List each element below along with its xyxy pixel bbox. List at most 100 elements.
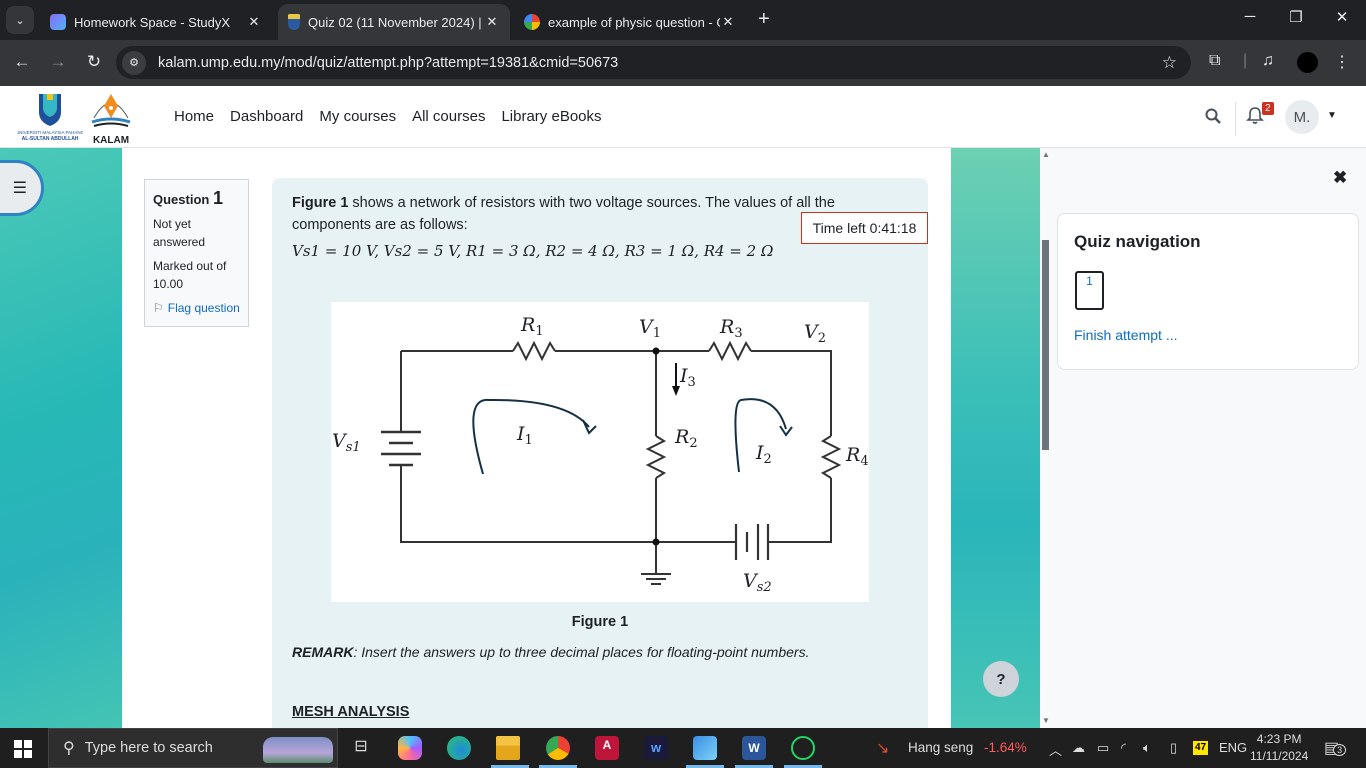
- flag-icon: ⚐: [153, 301, 164, 315]
- more-menu-icon[interactable]: ⋮: [1334, 52, 1350, 72]
- label-vs2: Vs2: [743, 570, 772, 595]
- new-tab-button[interactable]: +: [758, 8, 770, 31]
- onedrive-icon[interactable]: ☁: [1072, 740, 1085, 756]
- battery-vs2: [734, 524, 770, 560]
- quiz-navigation-title: Quiz navigation: [1074, 232, 1201, 251]
- question-nav-button-1[interactable]: 1: [1075, 271, 1104, 310]
- battery-icon[interactable]: ▭: [1097, 740, 1109, 756]
- close-tab-icon[interactable]: ✕: [720, 14, 736, 30]
- drawer-scrollbar[interactable]: [1042, 240, 1049, 450]
- node-ground: [652, 538, 660, 546]
- svg-text:AL-SULTAN ABDULLAH: AL-SULTAN ABDULLAH: [22, 136, 79, 142]
- stock-name[interactable]: Hang seng: [908, 740, 973, 755]
- windows-start-icon[interactable]: [14, 740, 32, 758]
- media-controls-icon[interactable]: ♫: [1262, 52, 1274, 70]
- question-grade: Marked out of 10.00: [153, 259, 227, 291]
- label-vs1: Vs1: [332, 430, 361, 455]
- task-view-icon[interactable]: ⊟: [349, 736, 373, 760]
- reload-button[interactable]: ↻: [82, 52, 106, 72]
- photos-icon[interactable]: [693, 736, 717, 760]
- tab-studyx[interactable]: Homework Space - StudyX ✕: [40, 4, 272, 40]
- wifi-icon[interactable]: ◜: [1121, 740, 1126, 756]
- weather-badge[interactable]: 47: [1193, 741, 1209, 755]
- user-avatar[interactable]: M.: [1285, 100, 1319, 134]
- profile-avatar[interactable]: [1297, 52, 1318, 73]
- label-i3: I3: [679, 365, 696, 390]
- figure-caption: Figure 1: [571, 614, 629, 630]
- university-name: UNIVERSITI MALAYSIA PAHANG: [17, 130, 83, 135]
- forward-button[interactable]: →: [46, 52, 70, 72]
- tab-quiz[interactable]: Quiz 02 (11 November 2024) | KALAM ✕: [278, 4, 510, 40]
- battery-vs1: [381, 430, 421, 467]
- close-tab-icon[interactable]: ✕: [484, 14, 500, 30]
- notification-count-badge: 2: [1262, 102, 1274, 115]
- component-values: Vs1 = 10 V, Vs2 = 5 V, R1 = 3 Ω, R2 = 4 …: [292, 242, 774, 260]
- kalam-logo[interactable]: KALAM: [86, 90, 136, 146]
- bookmark-star-icon[interactable]: ☆: [1162, 53, 1177, 73]
- nav-home[interactable]: Home: [166, 108, 222, 125]
- taskbar-search-box[interactable]: ⚲ Type here to search: [48, 728, 338, 768]
- windows-taskbar: ⚲ Type here to search ⊟ A w W ↘ Hang sen…: [0, 728, 1366, 768]
- close-window-button[interactable]: ✕: [1322, 8, 1362, 26]
- scroll-down-arrow[interactable]: ▼: [1042, 716, 1050, 725]
- label-r2: R2: [674, 426, 698, 451]
- word-icon[interactable]: W: [742, 736, 766, 760]
- wire-right-bottom: [768, 478, 832, 543]
- nav-my-courses[interactable]: My courses: [311, 108, 404, 125]
- nav-dashboard[interactable]: Dashboard: [222, 108, 311, 125]
- label-i1: I1: [516, 423, 533, 448]
- node-v1: [652, 347, 660, 355]
- section-heading-mesh-analysis: MESH ANALYSIS: [292, 704, 410, 720]
- url-text[interactable]: kalam.ump.edu.my/mod/quiz/attempt.php?at…: [158, 55, 618, 71]
- volume-icon[interactable]: 🔈︎: [1143, 740, 1151, 756]
- nav-library-ebooks[interactable]: Library eBooks: [493, 108, 609, 125]
- back-button[interactable]: ←: [10, 52, 34, 72]
- nav-all-courses[interactable]: All courses: [404, 108, 493, 125]
- user-menu-chevron-down-icon[interactable]: ▼: [1327, 110, 1337, 121]
- edge-icon[interactable]: [447, 736, 471, 760]
- kalam-logo-text: KALAM: [92, 135, 130, 146]
- question-status: Not yet answered: [153, 217, 206, 249]
- webex-icon[interactable]: w: [644, 736, 668, 760]
- label-v1: V1: [639, 316, 661, 341]
- label-r4: R4: [845, 444, 869, 469]
- language-indicator[interactable]: ENG: [1219, 740, 1247, 755]
- close-drawer-icon[interactable]: ✖: [1333, 168, 1347, 188]
- search-icon[interactable]: [1205, 108, 1221, 129]
- camera-icon[interactable]: ▯: [1170, 740, 1177, 756]
- file-explorer-icon[interactable]: [496, 736, 520, 760]
- ump-shield-icon: [288, 14, 300, 30]
- extensions-icon[interactable]: ⧉: [1209, 52, 1220, 70]
- label-r1: R1: [520, 314, 544, 339]
- help-button[interactable]: ?: [983, 661, 1019, 697]
- primary-nav: Home Dashboard My courses All courses Li…: [166, 108, 610, 125]
- stock-down-icon: ↘: [876, 740, 890, 757]
- restore-button[interactable]: ❐: [1276, 8, 1316, 26]
- whatsapp-icon[interactable]: [791, 736, 815, 760]
- studyx-gem-icon: [50, 14, 66, 30]
- autocad-icon[interactable]: A: [595, 736, 619, 760]
- finish-attempt-link[interactable]: Finish attempt ...: [1074, 327, 1177, 343]
- label-i2: I2: [755, 442, 772, 467]
- chrome-icon[interactable]: [546, 736, 570, 760]
- site-settings-icon[interactable]: ⚙: [122, 50, 146, 75]
- tab-search-dropdown[interactable]: ⌄: [6, 6, 34, 34]
- scroll-up-arrow[interactable]: ▲: [1042, 150, 1050, 159]
- flag-question-link[interactable]: ⚐ Flag question: [153, 301, 240, 315]
- system-clock[interactable]: 4:23 PM 11/11/2024: [1250, 731, 1308, 765]
- notification-center-icon[interactable]: ▤3: [1324, 738, 1347, 758]
- university-logo[interactable]: UNIVERSITI MALAYSIA PAHANG AL-SULTAN ABD…: [17, 92, 83, 142]
- resistor-r2: [645, 435, 667, 479]
- close-tab-icon[interactable]: ✕: [246, 14, 262, 30]
- ground-symbol: [641, 573, 671, 585]
- resistor-r3: [708, 340, 752, 362]
- toolbar-divider: |: [1243, 52, 1248, 69]
- minimize-button[interactable]: ─: [1230, 8, 1270, 25]
- show-hidden-icons-chevron-up-icon[interactable]: ︿: [1049, 740, 1062, 759]
- remark-text: REMARK: Insert the answers up to three d…: [292, 644, 810, 660]
- resistor-r1: [512, 340, 556, 362]
- address-bar[interactable]: ⚙ kalam.ump.edu.my/mod/quiz/attempt.php?…: [116, 46, 1191, 79]
- copilot-icon[interactable]: [398, 736, 422, 760]
- stock-change: -1.64%: [984, 740, 1027, 755]
- tab-google[interactable]: example of physic question - Google Sear…: [514, 4, 746, 40]
